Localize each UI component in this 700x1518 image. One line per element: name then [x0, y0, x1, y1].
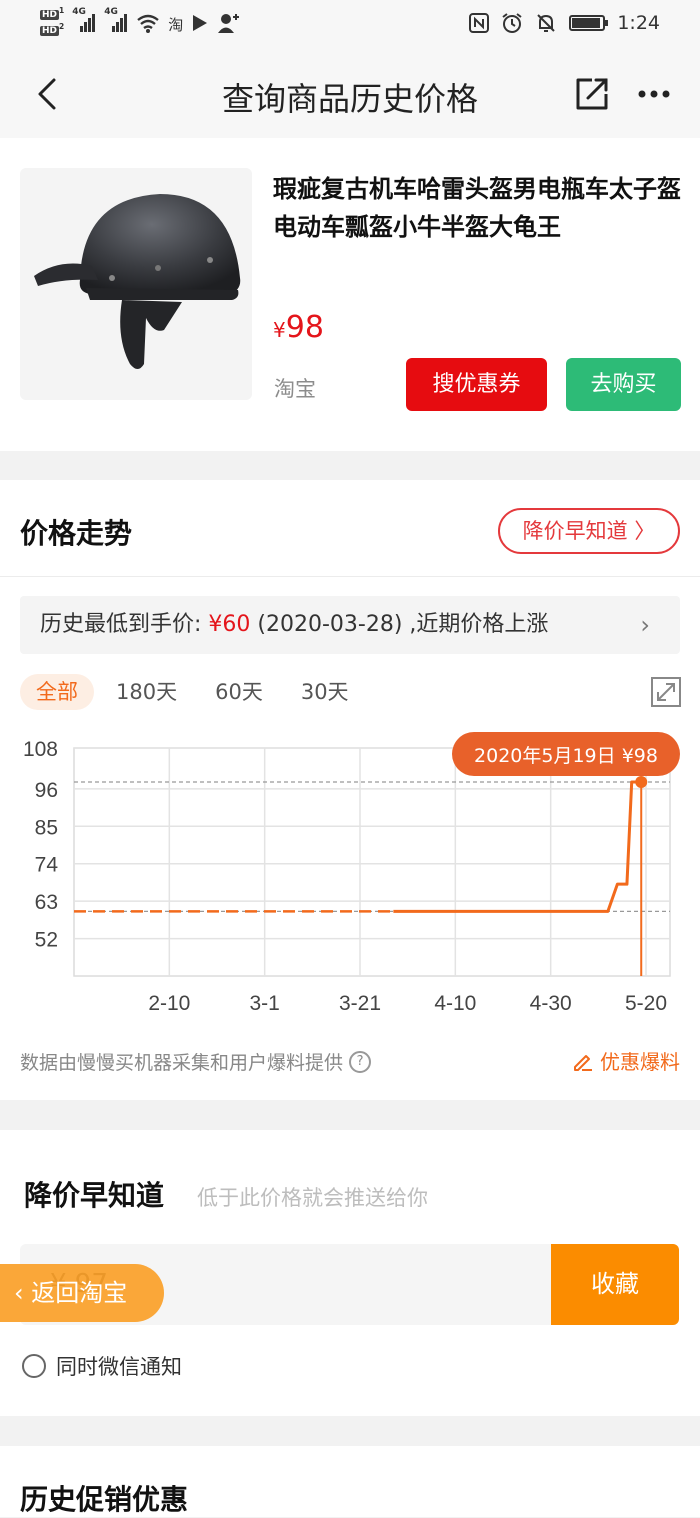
- wechat-notify-option[interactable]: 同时微信通知: [22, 1351, 182, 1381]
- signal-icon-2: 4G: [104, 7, 128, 32]
- deal-report-link[interactable]: 优惠爆料: [572, 1046, 680, 1075]
- price-drop-alert-button[interactable]: 降价早知道 〉: [498, 508, 680, 554]
- section-title: 历史促销优惠: [20, 1483, 189, 1516]
- divider: [0, 576, 700, 577]
- clock: 1:24: [617, 12, 660, 34]
- tab-30d[interactable]: 30天: [285, 674, 365, 710]
- nfc-icon: [469, 13, 490, 33]
- x-tick-label: 4-30: [530, 992, 572, 1015]
- more-icon[interactable]: [634, 76, 674, 112]
- product-price: ¥98: [273, 310, 324, 345]
- selected-point: [635, 776, 648, 789]
- taobao-notification-icon: 淘: [168, 16, 184, 34]
- shop-name: 淘宝: [274, 377, 316, 401]
- x-tick-label: 3-21: [339, 992, 381, 1015]
- section-title: 价格走势: [20, 517, 133, 550]
- chevron-right-icon: ›: [640, 611, 650, 639]
- radio-unchecked-icon[interactable]: [22, 1354, 46, 1378]
- back-to-taobao-button[interactable]: ‹ 返回淘宝: [0, 1264, 164, 1322]
- y-tick-label: 52: [35, 929, 58, 952]
- sim-indicator: HD 1 HD 2: [40, 6, 65, 36]
- signal-icon: 4G: [72, 7, 96, 32]
- x-tick-label: 4-10: [434, 992, 476, 1015]
- y-tick-label: 96: [35, 779, 58, 802]
- x-tick-label: 3-1: [249, 992, 279, 1015]
- nav-bar: 查询商品历史价格: [0, 52, 700, 138]
- pencil-icon: [574, 1054, 592, 1071]
- lowest-price-bar[interactable]: 历史最低到手价: ¥60 (2020-03-28) ,近期价格上涨 ›: [20, 596, 680, 654]
- range-tabs: 全部 180天 60天 30天: [20, 674, 371, 710]
- section-subtitle: 低于此价格就会推送给你: [197, 1186, 428, 1210]
- mute-icon: [537, 14, 556, 32]
- y-tick-label: 63: [35, 891, 58, 914]
- share-icon[interactable]: [572, 76, 612, 112]
- product-card[interactable]: 瑕疵复古机车哈雷头盔男电瓶车太子盔电动车瓢盔小牛半盔大龟王 ¥98 淘宝 搜优惠…: [0, 138, 700, 451]
- section-title: 降价早知道: [24, 1179, 165, 1212]
- alarm-icon: [502, 13, 522, 33]
- search-coupon-button[interactable]: 搜优惠券: [406, 358, 547, 411]
- data-source-note: 数据由慢慢买机器采集和用户爆料提供 ?: [20, 1048, 372, 1075]
- price-chart[interactable]: 108 96 85 74 63 52 2-10 3-1 3-21 4-10 4-30 5-20 202…: [0, 727, 700, 1027]
- tab-all[interactable]: 全部: [20, 674, 94, 710]
- chevron-left-icon: ‹: [14, 1279, 32, 1307]
- help-icon[interactable]: ?: [349, 1050, 372, 1073]
- play-store-icon: [193, 15, 208, 31]
- wifi-icon: [137, 14, 159, 33]
- status-bar: HD 1 HD 2 4G 4G 淘 1:24: [0, 0, 700, 52]
- tab-180d[interactable]: 180天: [100, 674, 193, 710]
- buy-button[interactable]: 去购买: [566, 358, 681, 411]
- x-tick-label: 2-10: [148, 992, 190, 1015]
- tooltip-text: 2020年5月19日 ¥98: [474, 745, 658, 767]
- y-tick-label: 85: [35, 816, 58, 839]
- save-button[interactable]: 收藏: [551, 1244, 679, 1325]
- y-tick-label: 74: [35, 854, 59, 877]
- product-image[interactable]: [20, 168, 252, 400]
- x-tick-label: 5-20: [625, 992, 667, 1015]
- product-title: 瑕疵复古机车哈雷头盔男电瓶车太子盔电动车瓢盔小牛半盔大龟王: [273, 175, 681, 241]
- fullscreen-icon[interactable]: [650, 676, 682, 708]
- user-add-icon: [218, 14, 240, 33]
- y-tick-label: 108: [23, 738, 58, 761]
- promo-history-card: 历史促销优惠: [0, 1446, 700, 1517]
- battery-icon: [569, 15, 609, 31]
- price-series-line: [393, 780, 642, 913]
- price-trend-card: 价格走势 降价早知道 〉 历史最低到手价: ¥60 (2020-03-28) ,…: [0, 480, 700, 1100]
- tab-60d[interactable]: 60天: [199, 674, 279, 710]
